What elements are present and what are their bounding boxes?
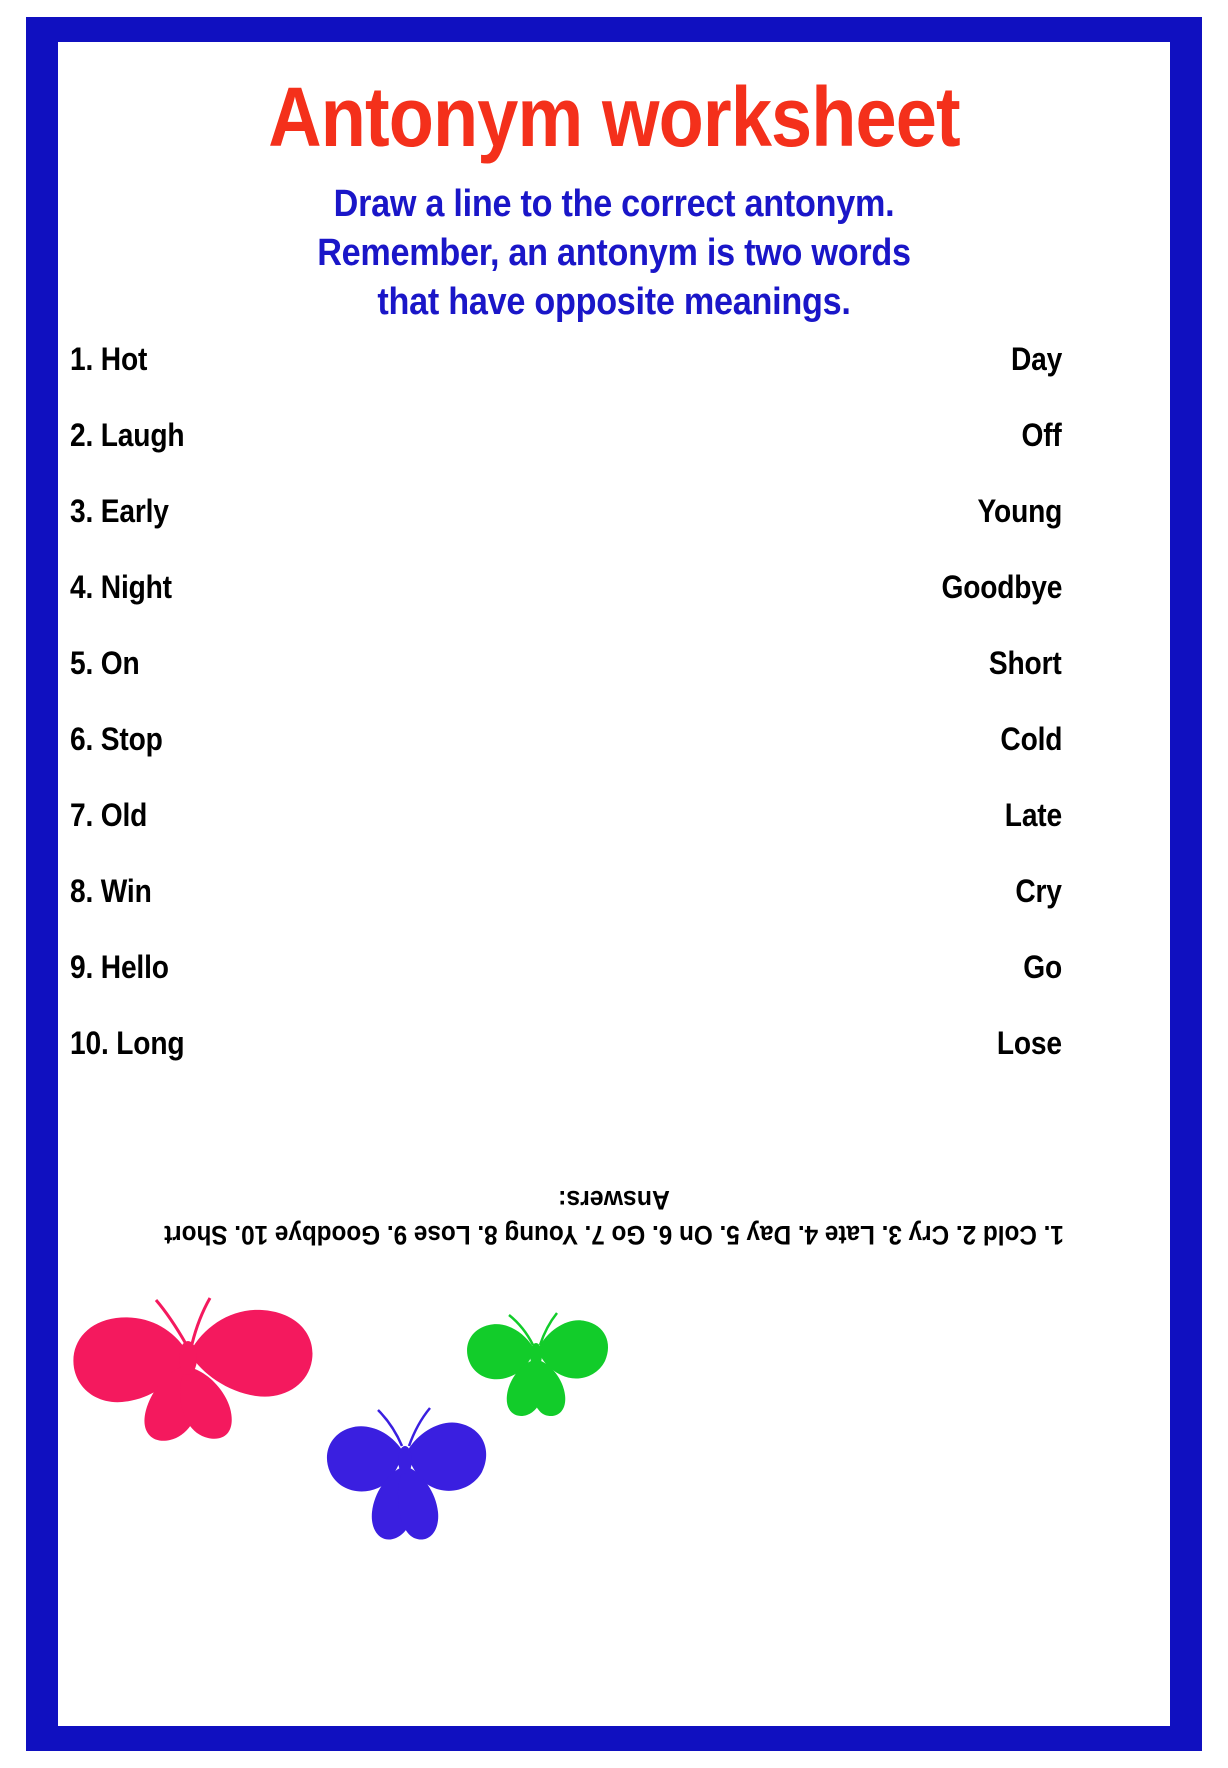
match-row: 3. Early Young (58, 494, 1170, 570)
instruction-line-2: Remember, an antonym is two words (317, 232, 911, 274)
left-word[interactable]: 6. Stop (70, 722, 163, 756)
match-row: 1. Hot Day (58, 342, 1170, 418)
right-word[interactable]: Late (1005, 798, 1062, 832)
right-word[interactable]: Cold (1000, 722, 1062, 756)
right-word[interactable]: Young (977, 494, 1062, 528)
match-row: 6. Stop Cold (58, 722, 1170, 798)
instruction-line-1: Draw a line to the correct antonym. (333, 183, 895, 225)
left-word[interactable]: 7. Old (70, 798, 147, 832)
match-row: 8. Win Cry (58, 874, 1170, 950)
match-row: 5. On Short (58, 646, 1170, 722)
match-row: 4. Night Goodbye (58, 570, 1170, 646)
answers-list: 1. Cold 2. Cry 3. Late 4. Day 5. On 6. G… (164, 1220, 1064, 1250)
right-word[interactable]: Cry (1016, 874, 1063, 908)
match-row: 7. Old Late (58, 798, 1170, 874)
answers-key: 1. Cold 2. Cry 3. Late 4. Day 5. On 6. G… (58, 1182, 1170, 1252)
right-word[interactable]: Go (1023, 950, 1062, 984)
left-word[interactable]: 1. Hot (70, 342, 147, 376)
left-word[interactable]: 5. On (70, 646, 140, 680)
butterfly-pink-icon (68, 1292, 328, 1447)
instructions: Draw a line to the correct antonym. Reme… (58, 180, 1170, 327)
match-row: 9. Hello Go (58, 950, 1170, 1026)
instruction-line-3: that have opposite meanings. (377, 281, 851, 323)
right-word[interactable]: Goodbye (941, 570, 1062, 604)
page-content: Antonym worksheet Draw a line to the cor… (58, 42, 1170, 1726)
left-word[interactable]: 8. Win (70, 874, 152, 908)
match-row: 10. Long Lose (58, 1026, 1170, 1102)
left-word[interactable]: 4. Night (70, 570, 172, 604)
match-row: 2. Laugh Off (58, 418, 1170, 494)
page-title: Antonym worksheet (268, 70, 960, 164)
right-word[interactable]: Day (1011, 342, 1062, 376)
right-word[interactable]: Short (989, 646, 1062, 680)
butterfly-blue-icon (318, 1402, 498, 1557)
left-word[interactable]: 2. Laugh (70, 418, 185, 452)
worksheet-page: Antonym worksheet Draw a line to the cor… (0, 0, 1228, 1768)
answers-label: Answers: (558, 1185, 670, 1215)
right-word[interactable]: Lose (997, 1026, 1062, 1060)
left-word[interactable]: 10. Long (70, 1026, 185, 1060)
left-word[interactable]: 3. Early (70, 494, 169, 528)
antonym-match-list: 1. Hot Day 2. Laugh Off 3. Early Young 4… (58, 342, 1170, 1102)
right-word[interactable]: Off (1022, 418, 1062, 452)
left-word[interactable]: 9. Hello (70, 950, 169, 984)
